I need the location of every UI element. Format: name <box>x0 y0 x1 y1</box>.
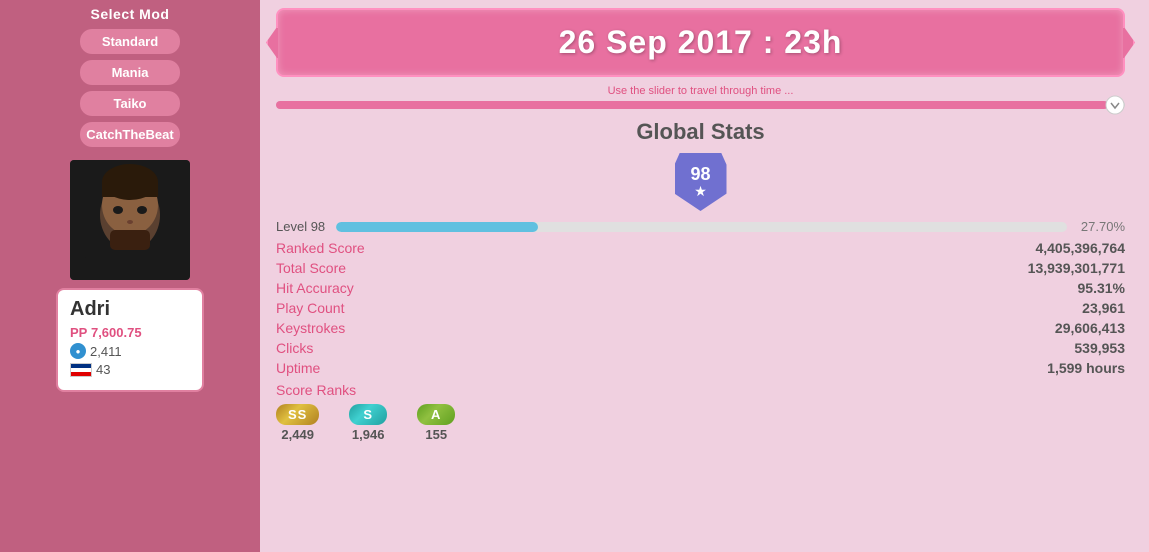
stats-row: Keystrokes 29,606,413 <box>276 318 1125 338</box>
slider-hint: Use the slider to travel through time ..… <box>276 85 1125 97</box>
mod-title: Select Mod <box>91 4 170 26</box>
rank-badge-s: S <box>349 404 387 425</box>
sidebar: Select Mod Standard Mania Taiko CatchThe… <box>0 0 260 552</box>
level-progress-row: Level 98 27.70% <box>276 219 1125 234</box>
stats-label: Keystrokes <box>276 320 345 336</box>
username: Adri <box>70 298 190 321</box>
stats-value: 95.31% <box>1078 280 1125 296</box>
stats-row: Play Count 23,961 <box>276 298 1125 318</box>
rank-count: 1,946 <box>352 427 385 442</box>
slider-section: Use the slider to travel through time ..… <box>276 85 1125 109</box>
user-pp: PP 7,600.75 <box>70 325 190 340</box>
mod-menu: Select Mod Standard Mania Taiko CatchThe… <box>0 0 260 150</box>
stats-value: 4,405,396,764 <box>1035 240 1125 256</box>
stats-row: Hit Accuracy 95.31% <box>276 278 1125 298</box>
main-content: 26 Sep 2017 : 23h Use the slider to trav… <box>260 0 1149 552</box>
level-bar-fill <box>336 222 538 232</box>
mod-btn-mania[interactable]: Mania <box>80 60 180 85</box>
stats-row: Total Score 13,939,301,771 <box>276 258 1125 278</box>
user-card: Adri PP 7,600.75 ● 2,411 43 <box>56 288 204 392</box>
stats-label: Clicks <box>276 340 313 356</box>
stats-value: 13,939,301,771 <box>1028 260 1125 276</box>
mod-btn-taiko[interactable]: Taiko <box>80 91 180 116</box>
stats-label: Hit Accuracy <box>276 280 354 296</box>
rank-item: S 1,946 <box>349 404 387 442</box>
stats-label: Play Count <box>276 300 344 316</box>
rank-badge-ss: SS <box>276 404 319 425</box>
pp-value: 7,600.75 <box>91 325 142 340</box>
level-badge-row: 98 ★ <box>276 153 1125 211</box>
user-country-rank: 43 <box>96 362 110 377</box>
level-number: 98 <box>690 165 710 183</box>
user-global-rank-row: ● 2,411 <box>70 343 190 359</box>
score-ranks-label: Score Ranks <box>276 382 1125 398</box>
pp-label: PP <box>70 325 87 340</box>
stats-value: 1,599 hours <box>1047 360 1125 376</box>
stats-row: Ranked Score 4,405,396,764 <box>276 238 1125 258</box>
mod-btn-catchthebeat[interactable]: CatchTheBeat <box>80 122 180 147</box>
stats-row: Uptime 1,599 hours <box>276 358 1125 378</box>
global-rank-icon: ● <box>70 343 86 359</box>
user-country-rank-row: 43 <box>70 362 190 377</box>
stats-value: 23,961 <box>1082 300 1125 316</box>
mod-btn-standard[interactable]: Standard <box>80 29 180 54</box>
level-percent: 27.70% <box>1075 219 1125 234</box>
stats-label: Uptime <box>276 360 320 376</box>
global-stats-title: Global Stats <box>276 119 1125 145</box>
level-star-icon: ★ <box>694 183 707 200</box>
slider-fill <box>276 101 1108 109</box>
level-label: Level 98 <box>276 219 336 234</box>
rank-item: SS 2,449 <box>276 404 319 442</box>
slider-track[interactable] <box>276 101 1125 109</box>
avatar <box>70 160 190 280</box>
stats-row: Clicks 539,953 <box>276 338 1125 358</box>
rank-count: 155 <box>425 427 447 442</box>
stats-table: Ranked Score 4,405,396,764 Total Score 1… <box>276 238 1125 378</box>
stats-label: Total Score <box>276 260 346 276</box>
stats-value: 29,606,413 <box>1055 320 1125 336</box>
level-bar <box>336 222 1067 232</box>
rank-badge-a: A <box>417 404 455 425</box>
date-text: 26 Sep 2017 : 23h <box>559 24 843 60</box>
stats-value: 539,953 <box>1074 340 1125 356</box>
slider-handle[interactable] <box>1105 95 1125 115</box>
flag-icon <box>70 363 92 377</box>
date-banner: 26 Sep 2017 : 23h <box>276 8 1125 77</box>
level-badge: 98 ★ <box>675 153 727 211</box>
user-global-rank: 2,411 <box>90 344 122 359</box>
avatar-image <box>70 160 190 280</box>
rank-item: A 155 <box>417 404 455 442</box>
score-ranks-row: SS 2,449 S 1,946 A 155 <box>276 404 1125 442</box>
stats-label: Ranked Score <box>276 240 365 256</box>
rank-count: 2,449 <box>281 427 314 442</box>
